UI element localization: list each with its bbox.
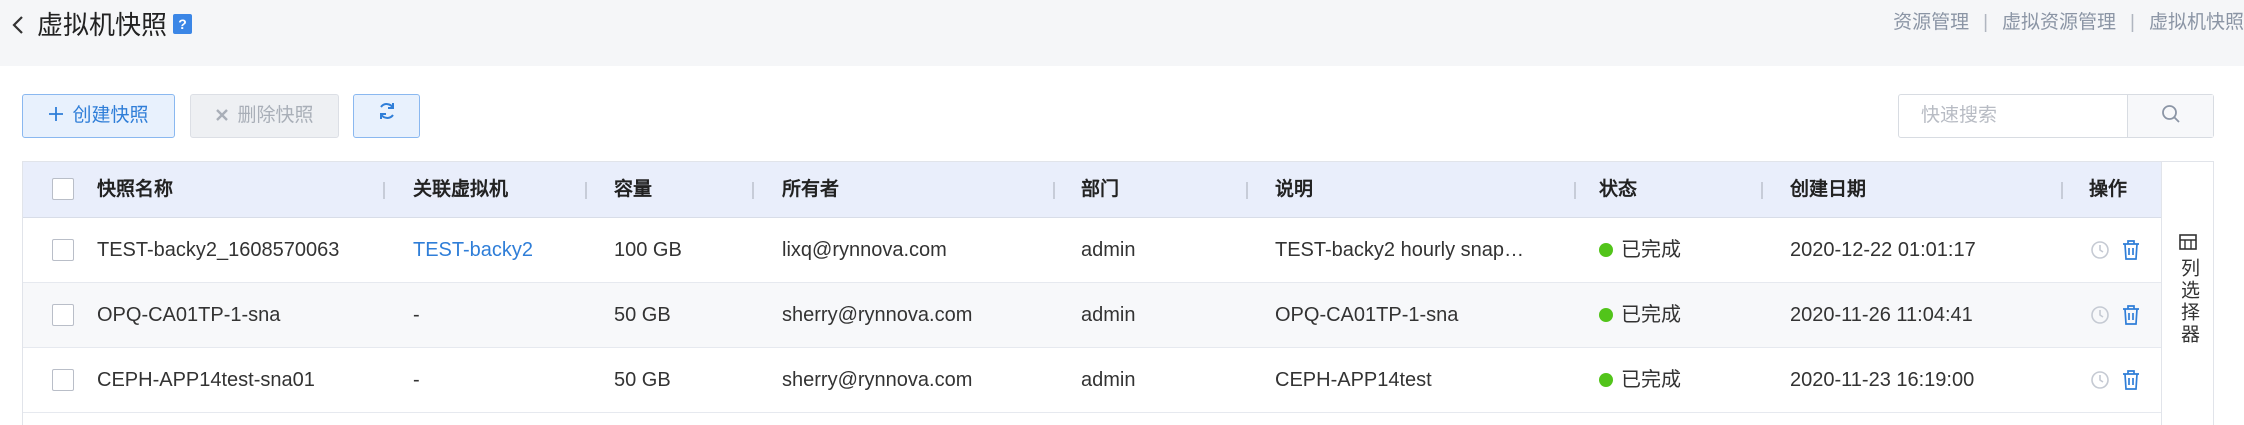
table-row[interactable]: TEST-backy2_1608570063 TEST-backy2 100 G… [23,218,2161,283]
column-header-capacity[interactable]: 容量 [614,162,652,218]
snapshot-name: TEST-backy2_1608570063 [97,239,340,261]
delete-snapshot-button[interactable]: 删除快照 [190,94,339,138]
snapshot-name: CEPH-APP14test-sna01 [97,369,315,391]
page-title: 虚拟机快照 [37,10,168,40]
status-text: 已完成 [1621,369,1681,391]
column-header-actions: 操作 [2089,179,2128,200]
vm-link[interactable]: TEST-backy2 [413,218,583,282]
snapshot-table: 快照名称 关联虚拟机 容量 所有者 部门 说明 状态 创建日期 操作 TEST-… [22,161,2162,425]
status-text: 已完成 [1621,239,1681,261]
restore-icon[interactable] [2089,369,2111,391]
breadcrumb-item-resource[interactable]: 资源管理 [1893,12,1969,33]
column-divider[interactable] [1761,182,1763,199]
column-divider[interactable] [2061,182,2063,199]
department: admin [1081,304,1136,326]
column-selector[interactable]: 列选择器 [2162,161,2214,425]
created-date: 2020-12-22 01:01:17 [1790,239,1976,261]
description: CEPH-APP14test [1275,369,1432,391]
status: 已完成 [1599,348,1754,412]
column-divider[interactable] [585,182,587,199]
snapshot-name: OPQ-CA01TP-1-sna [97,304,281,326]
status-text: 已完成 [1621,304,1681,326]
department: admin [1081,239,1136,261]
column-divider[interactable] [1246,182,1248,199]
x-icon [215,95,229,137]
column-divider[interactable] [383,182,385,199]
refresh-icon [377,95,397,137]
status-dot-icon [1599,243,1613,257]
create-snapshot-button[interactable]: 创建快照 [22,94,175,138]
status-dot-icon [1599,373,1613,387]
capacity: 100 GB [614,239,682,261]
select-all-checkbox[interactable] [52,178,74,200]
search-input[interactable] [1899,95,2127,137]
search-box [1898,94,2214,138]
column-header-department[interactable]: 部门 [1081,162,1119,218]
row-checkbox[interactable] [52,239,74,261]
table-header: 快照名称 关联虚拟机 容量 所有者 部门 说明 状态 创建日期 操作 [23,162,2161,218]
status: 已完成 [1599,283,1754,347]
column-header-name[interactable]: 快照名称 [97,162,173,218]
columns-icon [2179,234,2197,255]
breadcrumb-item-current: 虚拟机快照 [2148,12,2244,33]
capacity: 50 GB [614,369,671,391]
search-icon [2161,104,2181,129]
status-dot-icon [1599,308,1613,322]
column-header-created[interactable]: 创建日期 [1790,162,1866,218]
vm-value: - [413,304,420,326]
restore-icon[interactable] [2089,239,2111,261]
refresh-button[interactable] [353,94,420,138]
help-icon[interactable]: ? [173,14,192,34]
breadcrumb-separator: | [1983,12,1989,33]
column-header-owner[interactable]: 所有者 [782,162,839,218]
breadcrumb-separator: | [2130,12,2135,33]
search-button[interactable] [2127,95,2213,137]
vm-value: - [413,369,420,391]
trash-icon[interactable] [2120,239,2142,261]
trash-icon[interactable] [2120,304,2142,326]
owner: sherry@rynnova.com [782,304,973,326]
delete-snapshot-label: 删除快照 [237,105,314,126]
status: 已完成 [1599,218,1754,282]
column-divider[interactable] [1053,182,1055,199]
capacity: 50 GB [614,304,671,326]
column-divider[interactable] [752,182,754,199]
description: OPQ-CA01TP-1-sna [1275,304,1459,326]
column-header-description[interactable]: 说明 [1275,162,1313,218]
department: admin [1081,369,1136,391]
column-header-status[interactable]: 状态 [1599,162,1637,218]
back-icon[interactable] [8,12,30,38]
column-divider[interactable] [1574,182,1576,199]
column-selector-label: 列选择器 [2178,258,2199,346]
column-header-vm[interactable]: 关联虚拟机 [413,162,508,218]
restore-icon[interactable] [2089,304,2111,326]
create-snapshot-label: 创建快照 [72,105,149,126]
row-checkbox[interactable] [52,369,74,391]
breadcrumb: 资源管理 | 虚拟资源管理 | 虚拟机快照 [1893,10,2244,36]
table-row[interactable]: OPQ-CA01TP-1-sna - 50 GB sherry@rynnova.… [23,283,2161,348]
table-row[interactable]: CEPH-APP14test-sna01 - 50 GB sherry@rynn… [23,348,2161,413]
page-header: 虚拟机快照 ? 资源管理 | 虚拟资源管理 | 虚拟机快照 [0,0,2244,66]
row-checkbox[interactable] [52,304,74,326]
description: TEST-backy2 hourly snap… [1275,239,1524,261]
owner: sherry@rynnova.com [782,369,973,391]
owner: lixq@rynnova.com [782,239,947,261]
breadcrumb-item-virtual-resource[interactable]: 虚拟资源管理 [2002,12,2116,33]
trash-icon[interactable] [2120,369,2142,391]
created-date: 2020-11-26 11:04:41 [1790,304,1973,326]
plus-icon [48,95,64,137]
created-date: 2020-11-23 16:19:00 [1790,369,1975,391]
